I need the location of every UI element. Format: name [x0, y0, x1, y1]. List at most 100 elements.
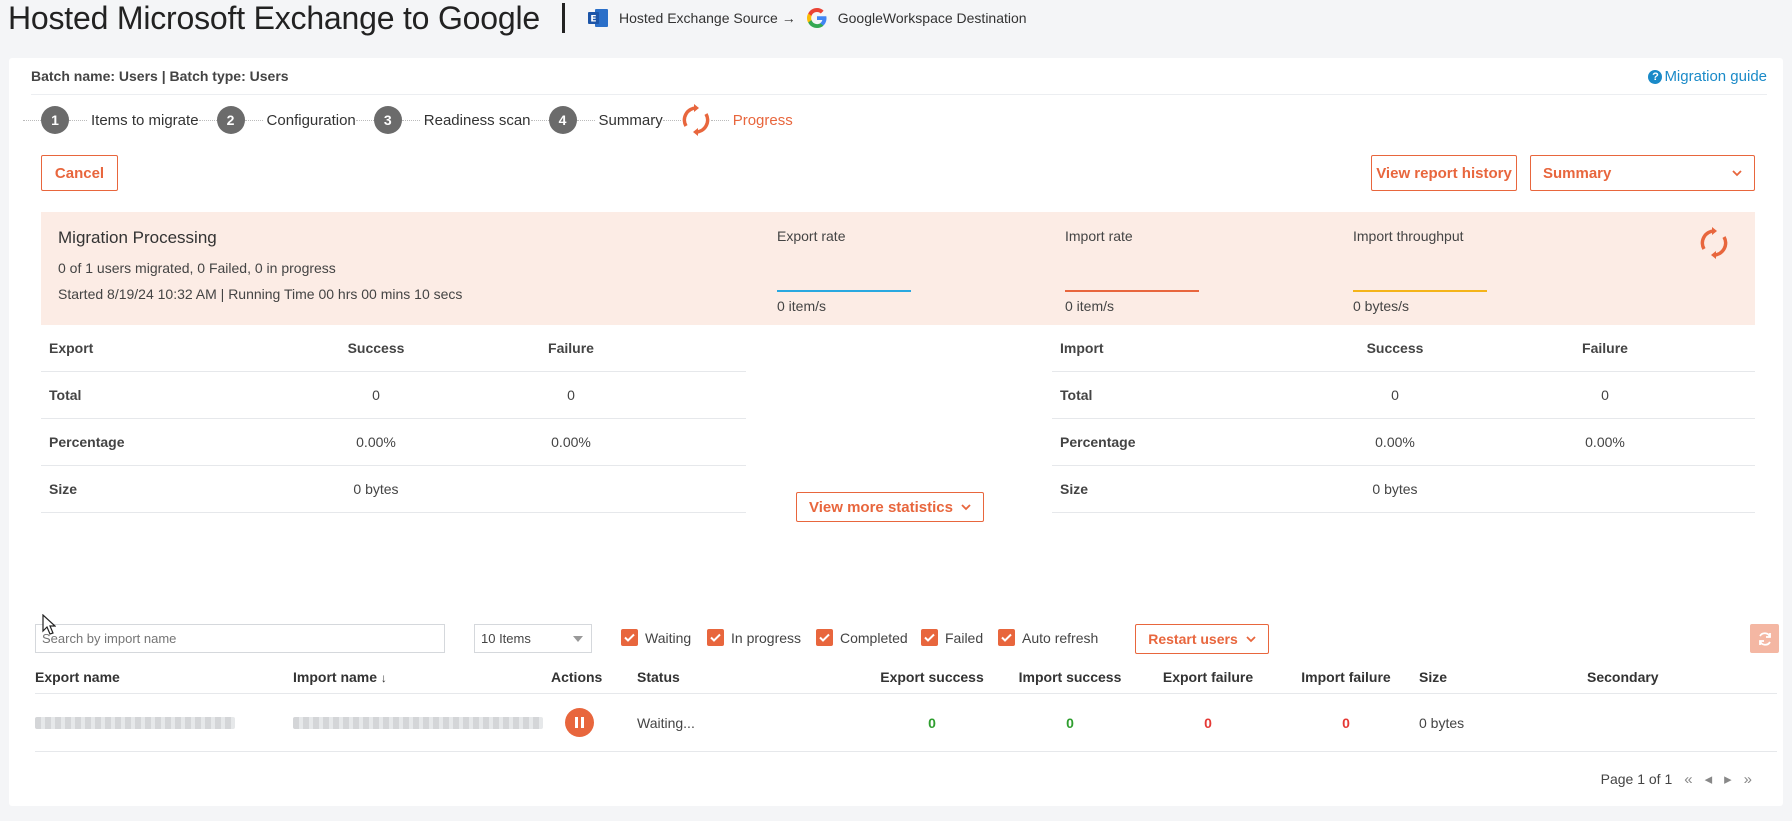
google-icon — [806, 8, 827, 28]
import-failure-cell: 0 — [1342, 714, 1350, 731]
import-rate-value: 0 item/s — [1065, 298, 1115, 314]
redacted-export-name — [35, 716, 235, 729]
caret-down-icon — [573, 636, 583, 642]
exchange-icon: E — [587, 9, 608, 27]
step-items-to-migrate[interactable]: 1 Items to migrate — [41, 106, 199, 134]
items-per-page-select[interactable]: 10 Items — [474, 624, 592, 653]
prev-page-icon[interactable]: ◂ — [1705, 770, 1713, 788]
row-label: Percentage — [1060, 434, 1136, 450]
restart-users-label: Restart users — [1148, 631, 1238, 647]
next-page-icon[interactable]: ▸ — [1724, 770, 1732, 788]
step-connector — [401, 119, 420, 121]
step-progress[interactable]: Progress — [681, 103, 793, 137]
step-label: Configuration — [266, 111, 356, 129]
import-rate-sparkline — [1065, 258, 1199, 292]
view-more-statistics-button[interactable]: View more statistics — [796, 492, 984, 522]
import-stats-header: Import Success Failure — [1052, 325, 1755, 372]
restart-users-button[interactable]: Restart users — [1135, 624, 1269, 654]
step-connector — [244, 119, 263, 121]
export-total-row: Total 0 0 — [41, 372, 746, 419]
last-page-icon[interactable]: » — [1744, 771, 1752, 788]
import-throughput: Import throughput 0 bytes/s — [1353, 228, 1493, 314]
row-label: Size — [1060, 481, 1089, 497]
success-value: 0 bytes — [353, 481, 399, 497]
failure-value: 0 — [567, 387, 575, 403]
svg-text:E: E — [590, 15, 596, 25]
refresh-icon — [1758, 631, 1771, 646]
failure-header: Failure — [548, 340, 594, 356]
migration-guide-link[interactable]: ? Migration guide — [1648, 68, 1767, 85]
divider — [31, 94, 1767, 95]
wizard-steps: 1 Items to migrate 2 Configuration 3 Rea… — [23, 104, 793, 136]
export-rate-label: Export rate — [777, 228, 846, 244]
step-connector — [198, 119, 217, 121]
import-rate: Import rate 0 item/s — [1065, 228, 1205, 314]
chevron-down-icon — [961, 504, 971, 511]
step-label: Summary — [598, 111, 663, 129]
step-connector — [69, 119, 87, 121]
step-configuration[interactable]: 2 Configuration — [216, 106, 356, 134]
export-success-cell: 0 — [928, 714, 936, 731]
refresh-button[interactable] — [1750, 624, 1779, 653]
sort-icon[interactable]: ↓ — [381, 671, 387, 685]
import-throughput-value: 0 bytes/s — [1353, 298, 1410, 314]
step-number: 1 — [41, 106, 69, 134]
checkbox-label: In progress — [731, 629, 802, 646]
export-percentage-row: Percentage 0.00% 0.00% — [41, 419, 746, 466]
step-connector — [710, 119, 729, 121]
cancel-button[interactable]: Cancel — [41, 155, 118, 191]
col-import-name[interactable]: Import name ↓ — [293, 669, 551, 685]
import-size-row: Size 0 bytes — [1052, 466, 1755, 513]
col-export-name[interactable]: Export name — [35, 669, 293, 685]
checkbox-label: Failed — [945, 629, 984, 646]
col-import-failure: Import failure — [1301, 668, 1391, 685]
refresh-icon[interactable] — [1699, 224, 1729, 264]
step-readiness-scan[interactable]: 3 Readiness scan — [373, 106, 531, 134]
step-summary[interactable]: 4 Summary — [548, 106, 663, 134]
import-total-row: Total 0 0 — [1052, 372, 1755, 419]
pause-button[interactable] — [565, 708, 594, 737]
summary-dropdown[interactable]: Summary — [1530, 155, 1755, 191]
auto-refresh-checkbox[interactable]: Auto refresh — [998, 629, 1098, 646]
view-report-history-button[interactable]: View report history — [1371, 155, 1517, 191]
processing-started: Started 8/19/24 10:32 AM | Running Time … — [58, 286, 463, 302]
success-header: Success — [1366, 340, 1424, 356]
failed-checkbox[interactable]: Failed — [921, 629, 983, 646]
step-connector — [576, 119, 595, 121]
migration-route: E Hosted Exchange Source → GoogleWorkspa… — [587, 7, 1027, 29]
success-value: 0.00% — [356, 434, 396, 450]
chevron-down-icon — [1732, 170, 1742, 177]
failure-header: Failure — [1582, 340, 1628, 356]
check-icon — [621, 629, 638, 646]
step-label: Readiness scan — [423, 111, 531, 129]
step-connector — [355, 119, 374, 121]
col-export-failure: Export failure — [1162, 668, 1254, 685]
redacted-import-name — [293, 716, 543, 729]
waiting-checkbox[interactable]: Waiting — [621, 629, 691, 646]
items-per-page-value: 10 Items — [481, 631, 531, 646]
in-progress-checkbox[interactable]: In progress — [707, 629, 801, 646]
first-page-icon[interactable]: « — [1684, 771, 1692, 788]
search-input[interactable] — [35, 624, 445, 653]
step-connector — [23, 119, 41, 121]
processing-status: 0 of 1 users migrated, 0 Failed, 0 in pr… — [58, 260, 336, 276]
success-value: 0 — [1391, 387, 1399, 403]
table-row[interactable]: Waiting... 0 0 0 0 0 bytes — [35, 694, 1777, 752]
filter-bar: 10 Items Waiting In progress Completed F… — [35, 622, 1779, 654]
success-header: Success — [347, 340, 405, 356]
page-title: Hosted Microsoft Exchange to Google — [8, 0, 540, 36]
col-export-success: Export success — [880, 668, 984, 685]
table-header: Export name Import name ↓ Actions Status… — [35, 660, 1777, 694]
import-throughput-label: Import throughput — [1353, 228, 1464, 244]
page-header: Hosted Microsoft Exchange to Google E Ho… — [8, 0, 1027, 36]
col-import-success: Import success — [1018, 668, 1122, 685]
destination-label: GoogleWorkspace Destination — [837, 10, 1027, 26]
success-value: 0 — [372, 387, 380, 403]
status-cell: Waiting... — [637, 714, 695, 731]
completed-checkbox[interactable]: Completed — [816, 629, 908, 646]
checkbox-label: Completed — [840, 629, 908, 646]
title-separator — [561, 3, 565, 33]
col-actions: Actions — [551, 668, 603, 685]
row-label: Percentage — [49, 434, 125, 450]
import-header: Import — [1060, 340, 1104, 356]
